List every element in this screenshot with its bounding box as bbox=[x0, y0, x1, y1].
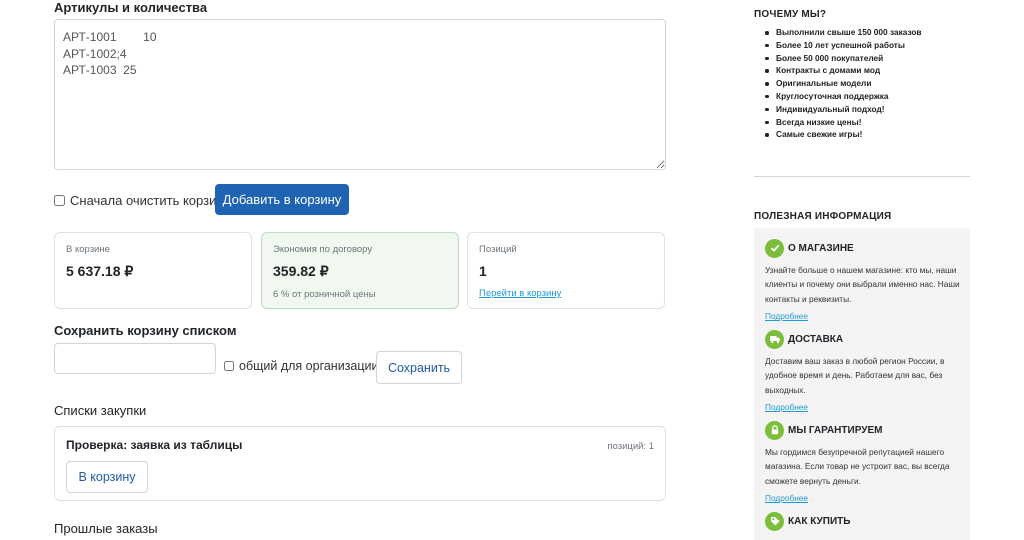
clear-cart-checkbox[interactable] bbox=[54, 195, 65, 206]
positions-label: Позиций bbox=[479, 244, 517, 255]
past-orders-title: Прошлые заказы bbox=[54, 521, 158, 536]
save-list-button[interactable]: Сохранить bbox=[376, 351, 462, 384]
sidebar-divider bbox=[754, 176, 970, 177]
clear-cart-label: Сначала очистить корзину bbox=[70, 193, 231, 208]
savings-value: 359.82 ₽ bbox=[273, 263, 329, 279]
positions-value: 1 bbox=[479, 263, 487, 279]
why-us-item: Самые свежие игры! bbox=[765, 128, 922, 141]
cart-total-card: В корзине 5 637.18 ₽ bbox=[54, 232, 252, 309]
purchase-lists-title: Списки закупки bbox=[54, 403, 147, 418]
list-to-cart-button[interactable]: В корзину bbox=[66, 461, 148, 493]
positions-card: Позиций 1 Перейти в корзину bbox=[467, 232, 665, 309]
items-textarea[interactable]: АРТ-1001 10 АРТ-1002;4 АРТ-1003 25 bbox=[54, 19, 666, 170]
info-text-about: Узнайте больше о нашем магазине: кто мы,… bbox=[765, 265, 960, 304]
useful-info-box: О МАГАЗИНЕ Узнайте больше о нашем магази… bbox=[754, 228, 970, 540]
items-title: Артикулы и количества bbox=[54, 0, 208, 15]
guarantee-more-link[interactable]: Подробнее bbox=[765, 493, 808, 504]
savings-note: 6 % от розничной цены bbox=[273, 289, 376, 300]
why-us-item: Всегда низкие цены! bbox=[765, 116, 922, 129]
shared-checkbox[interactable] bbox=[224, 361, 234, 371]
info-block-how-to-buy: КАК КУПИТЬ bbox=[765, 511, 965, 531]
purchase-list-count: позиций: 1 bbox=[607, 441, 654, 452]
info-block-delivery: ДОСТАВКА Доставим ваш заказ в любой реги… bbox=[765, 329, 965, 415]
purchase-list-item: Проверка: заявка из таблицы позиций: 1 В… bbox=[54, 426, 666, 501]
go-to-cart-link[interactable]: Перейти в корзину bbox=[479, 288, 561, 299]
shared-label: общий для организации bbox=[239, 359, 379, 373]
info-title-guarantee: МЫ ГАРАНТИРУЕМ bbox=[788, 424, 883, 436]
info-text-delivery: Доставим ваш заказ в любой регион России… bbox=[765, 356, 945, 395]
why-us-item: Более 10 лет успешной работы bbox=[765, 39, 922, 52]
info-title-how-to-buy: КАК КУПИТЬ bbox=[788, 515, 851, 527]
why-us-item: Оригинальные модели bbox=[765, 77, 922, 90]
why-us-item: Более 50 000 покупателей bbox=[765, 52, 922, 65]
why-us-title: ПОЧЕМУ МЫ? bbox=[754, 9, 827, 20]
clear-cart-option[interactable]: Сначала очистить корзину bbox=[54, 193, 230, 208]
why-us-item: Индивидуальный подход! bbox=[765, 103, 922, 116]
list-name-input[interactable] bbox=[54, 343, 216, 374]
savings-label: Экономия по договору bbox=[273, 244, 373, 255]
purchase-list-name: Проверка: заявка из таблицы bbox=[66, 438, 243, 452]
savings-card: Экономия по договору 359.82 ₽ 6 % от роз… bbox=[261, 232, 459, 309]
info-text-guarantee: Мы гордимся безупречной репутацией нашег… bbox=[765, 447, 950, 486]
useful-info-title: ПОЛЕЗНАЯ ИНФОРМАЦИЯ bbox=[754, 211, 892, 222]
info-block-guarantee: МЫ ГАРАНТИРУЕМ Мы гордимся безупречной р… bbox=[765, 420, 965, 506]
lock-icon bbox=[765, 420, 784, 440]
why-us-item: Выполнили свыше 150 000 заказов bbox=[765, 26, 922, 39]
shared-option[interactable]: общий для организации bbox=[224, 359, 379, 373]
cart-total-label: В корзине bbox=[66, 244, 110, 255]
why-us-item: Круглосуточная поддержка bbox=[765, 90, 922, 103]
info-title-delivery: ДОСТАВКА bbox=[788, 333, 844, 345]
why-us-list: Выполнили свыше 150 000 заказов Более 10… bbox=[765, 26, 922, 141]
add-to-cart-button[interactable]: Добавить в корзину bbox=[215, 184, 349, 215]
cart-total-value: 5 637.18 ₽ bbox=[66, 263, 134, 279]
tag-icon bbox=[765, 511, 784, 531]
info-title-about: О МАГАЗИНЕ bbox=[788, 242, 854, 254]
save-list-title: Сохранить корзину списком bbox=[54, 323, 237, 338]
about-more-link[interactable]: Подробнее bbox=[765, 311, 808, 322]
delivery-more-link[interactable]: Подробнее bbox=[765, 402, 808, 413]
check-icon bbox=[765, 238, 784, 258]
info-block-about: О МАГАЗИНЕ Узнайте больше о нашем магази… bbox=[765, 238, 965, 324]
why-us-item: Контракты с домами мод bbox=[765, 64, 922, 77]
truck-icon bbox=[765, 329, 784, 349]
